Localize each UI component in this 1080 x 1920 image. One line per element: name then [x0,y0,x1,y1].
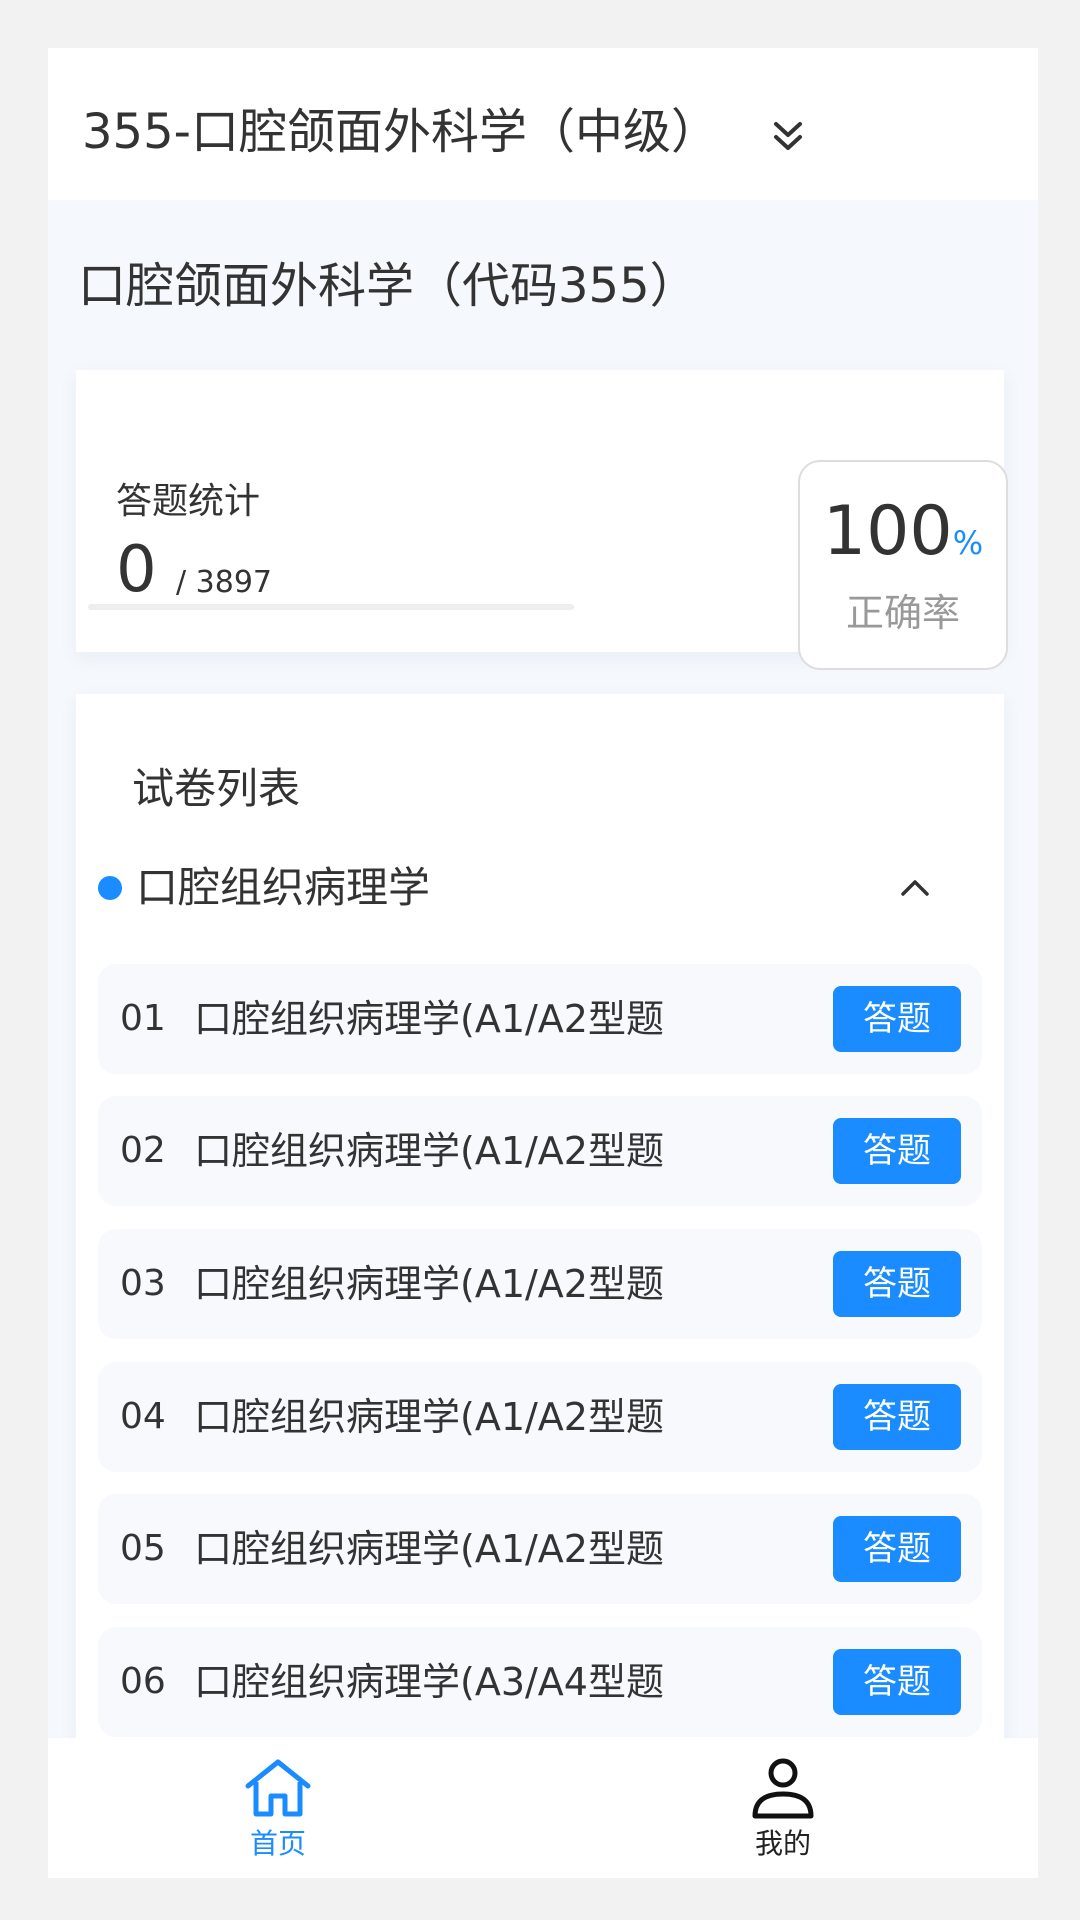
paper-row: 04 口腔组织病理学(A1/A2型题 答题 [98,1362,982,1472]
accuracy-unit: % [952,524,984,562]
paper-name: 口腔组织病理学(A1/A2型题 [194,1395,664,1439]
paper-number: 05 [120,1528,166,1569]
home-icon [245,1759,311,1817]
app-screen: 355-口腔颌面外科学（中级） 口腔颌面外科学（代码355） 答题统计 0 / … [48,48,1038,1878]
paper-number: 02 [120,1130,166,1171]
paper-name: 口腔组织病理学(A1/A2型题 [194,1129,664,1173]
total-questions: / 3897 [176,565,272,600]
accuracy-value: 100 [822,492,953,571]
exam-title: 355-口腔颌面外科学（中级） [82,104,719,160]
paper-row: 03 口腔组织病理学(A1/A2型题 答题 [98,1229,982,1339]
paper-list-title: 试卷列表 [132,764,301,813]
answered-count: 0 [116,533,157,607]
paper-row: 02 口腔组织病理学(A1/A2型题 答题 [98,1096,982,1206]
section-name: 口腔组织病理学 [136,863,431,912]
tab-mine-label: 我的 [754,1827,811,1860]
section-dot-icon [98,876,122,900]
stats-label: 答题统计 [116,481,261,522]
answer-button[interactable]: 答题 [833,1516,961,1582]
paper-list-card: 试卷列表 口腔组织病理学 01 口腔组织病理学(A1/A2型题 答题 02 口腔… [76,694,1004,1878]
paper-name: 口腔组织病理学(A3/A4型题 [194,1660,664,1704]
answer-button[interactable]: 答题 [833,1649,961,1715]
tab-mine[interactable]: 我的 [683,1738,883,1878]
subject-title: 口腔颌面外科学（代码355） [78,258,698,314]
answer-button[interactable]: 答题 [833,1251,961,1317]
accuracy-value-wrap: 100% [800,492,1006,572]
paper-row: 06 口腔组织病理学(A3/A4型题 答题 [98,1627,982,1737]
chevron-up-icon[interactable] [898,872,932,902]
user-icon [752,1758,814,1819]
paper-number: 06 [120,1661,166,1702]
double-chevron-down-icon[interactable] [770,116,806,156]
paper-number: 04 [120,1396,166,1437]
paper-name: 口腔组织病理学(A1/A2型题 [194,997,664,1041]
section-header[interactable]: 口腔组织病理学 [98,858,982,918]
progress-bar [88,604,574,610]
exam-selector[interactable]: 355-口腔颌面外科学（中级） [48,48,1038,200]
answer-button[interactable]: 答题 [833,1118,961,1184]
paper-name: 口腔组织病理学(A1/A2型题 [194,1262,664,1306]
paper-number: 01 [120,998,166,1039]
bottom-tab-bar: 首页 我的 [48,1738,1038,1878]
answer-button[interactable]: 答题 [833,986,961,1052]
tab-home-label: 首页 [249,1827,306,1860]
answer-button[interactable]: 答题 [833,1384,961,1450]
tab-home[interactable]: 首页 [178,1738,378,1878]
paper-number: 03 [120,1263,166,1304]
paper-row: 05 口腔组织病理学(A1/A2型题 答题 [98,1494,982,1604]
paper-name: 口腔组织病理学(A1/A2型题 [194,1527,664,1571]
accuracy-box: 100% 正确率 [798,460,1008,670]
paper-row: 01 口腔组织病理学(A1/A2型题 答题 [98,964,982,1074]
accuracy-label: 正确率 [845,591,960,635]
